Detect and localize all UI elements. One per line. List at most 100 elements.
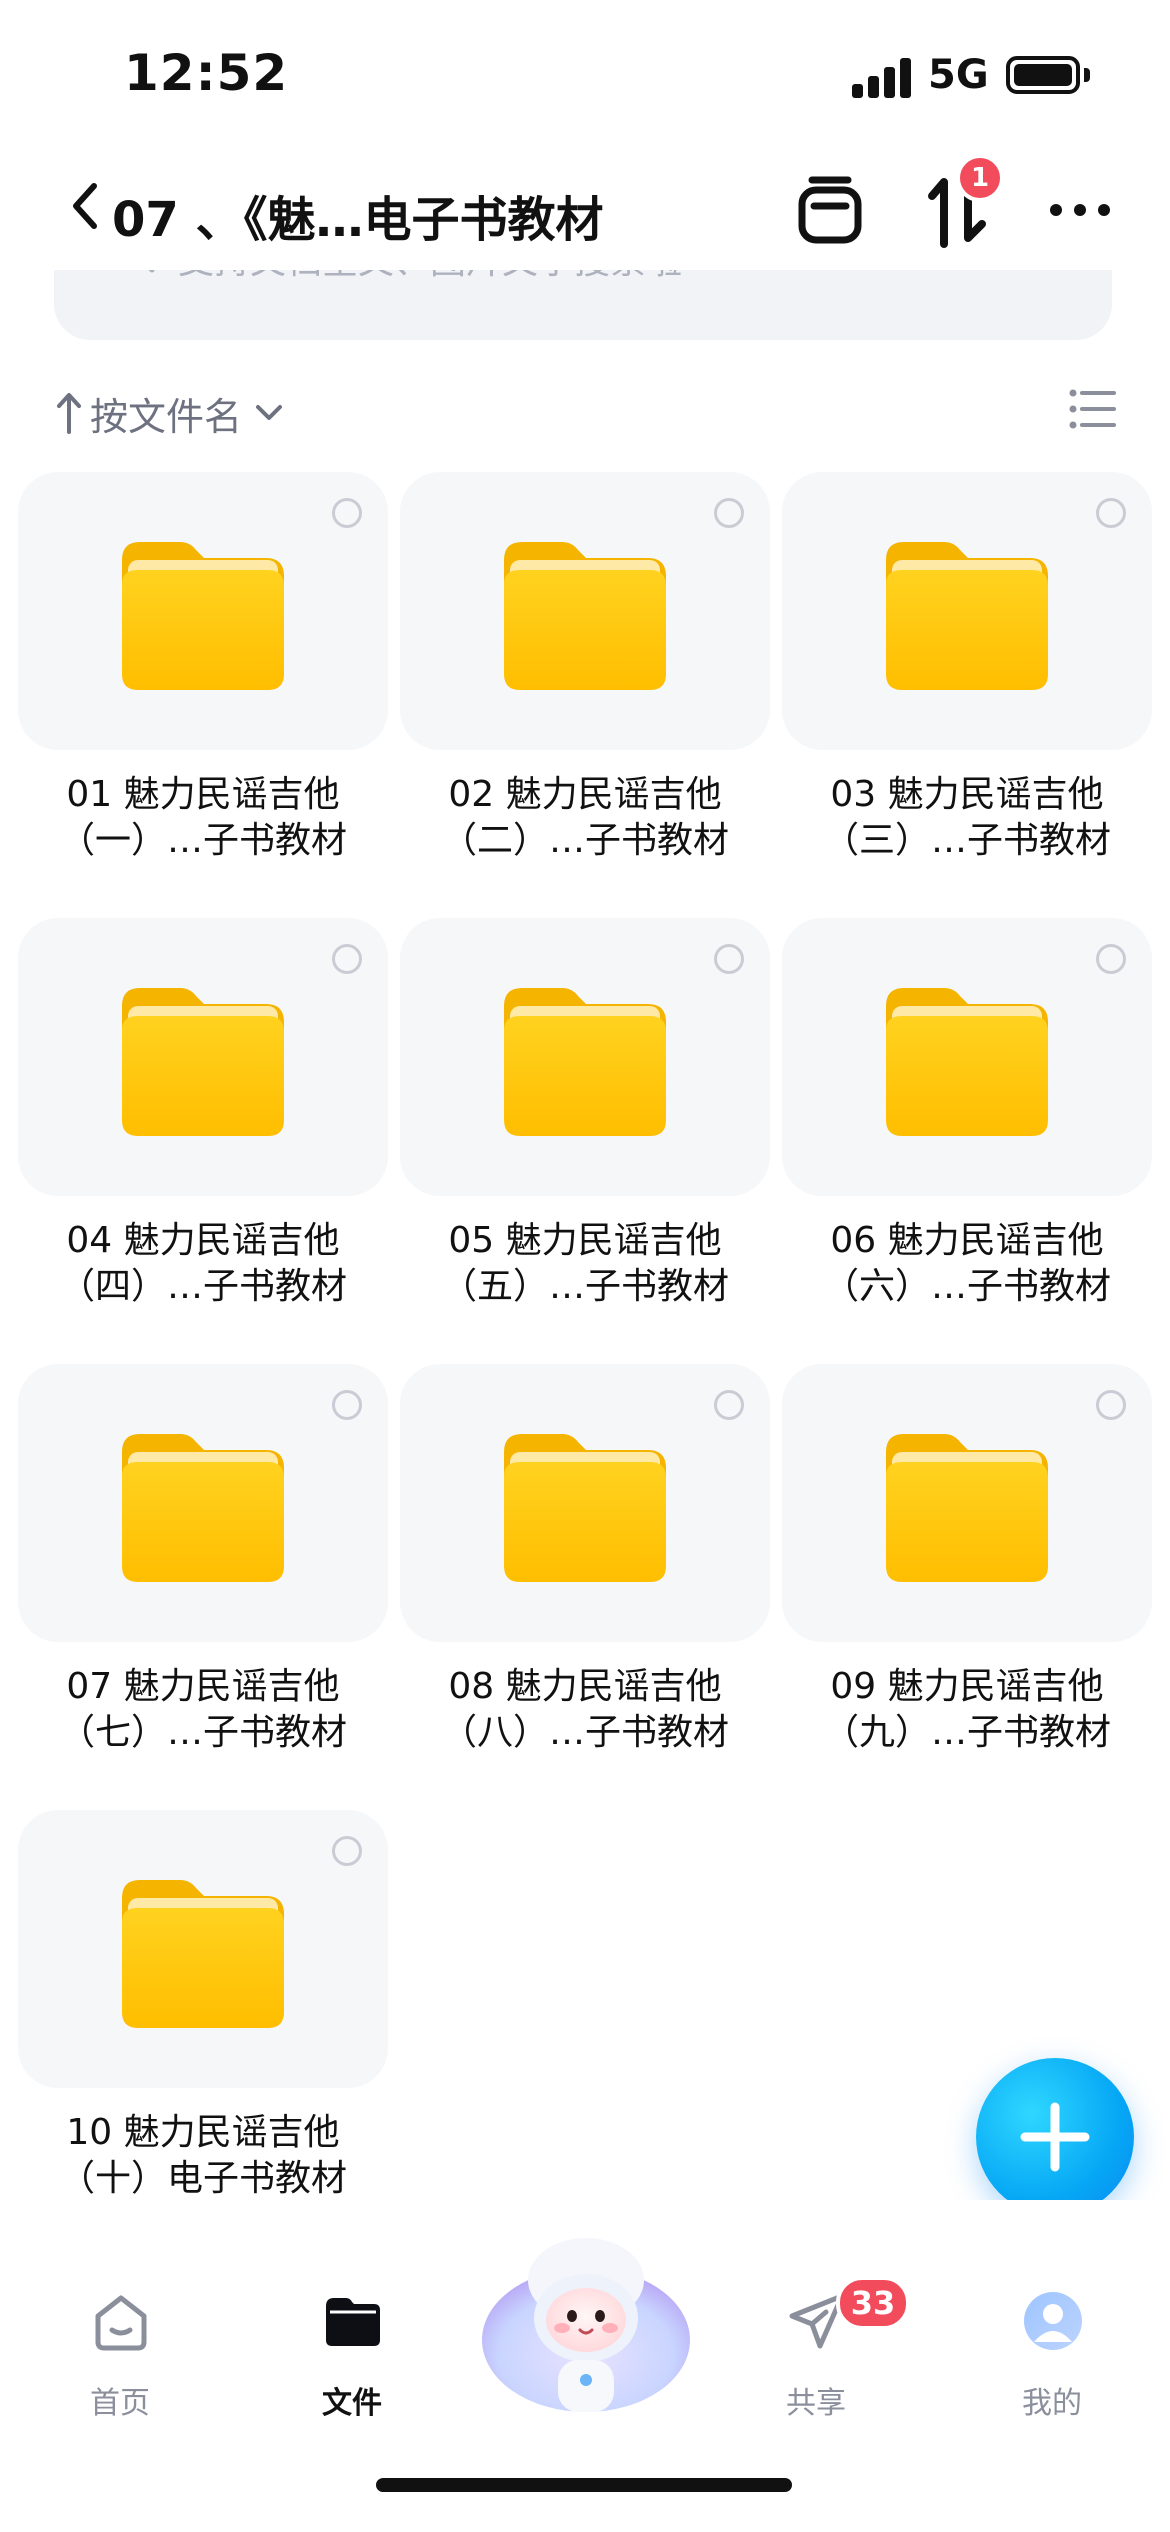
select-checkbox[interactable]	[1096, 498, 1126, 528]
mascot-icon[interactable]	[478, 2220, 694, 2420]
select-checkbox[interactable]	[332, 1390, 362, 1420]
battery-icon	[1006, 56, 1080, 94]
folder-name-line2: （四）…子书教材	[58, 1266, 347, 1307]
folder-name-line2: （七）…子书教材	[58, 1712, 347, 1753]
page-title: 07 、《魅…电子书教材	[112, 192, 604, 248]
folder-name: 01 魅力民谣吉他 （一）…子书教材	[18, 772, 388, 864]
nav-bar: 07 、《魅…电子书教材 1	[0, 150, 1170, 270]
folder-tile	[782, 918, 1152, 1196]
folder-name-line1: 02 魅力民谣吉他	[448, 774, 722, 815]
battery-cap	[1084, 68, 1090, 82]
chevron-down-icon[interactable]	[254, 402, 284, 424]
folder-name-line1: 10 魅力民谣吉他	[66, 2112, 340, 2153]
select-checkbox[interactable]	[332, 1836, 362, 1866]
folder-name: 06 魅力民谣吉他 （六）…子书教材	[782, 1218, 1152, 1310]
folder-item[interactable]: 04 魅力民谣吉他 （四）…子书教材	[18, 918, 388, 1358]
folder-name-line1: 06 魅力民谣吉他	[830, 1220, 1104, 1261]
folder-tile	[782, 472, 1152, 750]
folder-tile	[400, 918, 770, 1196]
folder-item[interactable]: 06 魅力民谣吉他 （六）…子书教材	[782, 918, 1152, 1358]
arrow-up-icon[interactable]	[54, 390, 84, 436]
tab-label: 我的	[1022, 2386, 1082, 2421]
folder-icon	[122, 988, 284, 1136]
tab-label: 文件	[322, 2386, 382, 2421]
folder-name: 03 魅力民谣吉他 （三）…子书教材	[782, 772, 1152, 864]
folder-tile	[18, 1810, 388, 2088]
network-label: 5G	[928, 52, 989, 98]
folder-item[interactable]: 02 魅力民谣吉他 （二）…子书教材	[400, 472, 770, 912]
folder-tile	[400, 1364, 770, 1642]
folder-tile	[782, 1364, 1152, 1642]
select-checkbox[interactable]	[332, 498, 362, 528]
home-indicator[interactable]	[376, 2478, 792, 2492]
folder-item[interactable]: 01 魅力民谣吉他 （一）…子书教材	[18, 472, 388, 912]
folder-name: 05 魅力民谣吉他 （五）…子书教材	[400, 1218, 770, 1310]
folder-tile	[18, 472, 388, 750]
folder-name-line1: 09 魅力民谣吉他	[830, 1666, 1104, 1707]
folder-item[interactable]: 10 魅力民谣吉他 （十）电子书教材	[18, 1810, 388, 2250]
select-checkbox[interactable]	[1096, 944, 1126, 974]
folder-icon	[886, 988, 1048, 1136]
folder-tile	[400, 472, 770, 750]
avatar-icon	[1024, 2292, 1082, 2350]
cart-icon[interactable]	[790, 172, 870, 248]
home-icon	[95, 2295, 147, 2351]
select-checkbox[interactable]	[714, 498, 744, 528]
tab-me[interactable]: 我的	[962, 2290, 1142, 2450]
status-bar: 12:52 5G	[0, 0, 1170, 140]
folder-icon	[122, 542, 284, 690]
select-checkbox[interactable]	[714, 1390, 744, 1420]
folder-icon	[504, 1434, 666, 1582]
folder-name: 02 魅力民谣吉他 （二）…子书教材	[400, 772, 770, 864]
select-checkbox[interactable]	[332, 944, 362, 974]
select-checkbox[interactable]	[714, 944, 744, 974]
folder-icon	[886, 542, 1048, 690]
folder-name-line1: 04 魅力民谣吉他	[66, 1220, 340, 1261]
folder-name-line2: （九）…子书教材	[822, 1712, 1111, 1753]
folder-icon	[504, 542, 666, 690]
folder-icon	[326, 2298, 380, 2346]
folder-name-line1: 07 魅力民谣吉他	[66, 1666, 340, 1707]
folder-name: 08 魅力民谣吉他 （八）…子书教材	[400, 1664, 770, 1756]
tab-label: 共享	[786, 2386, 846, 2421]
chevron-left-icon[interactable]	[64, 176, 108, 236]
transfer-badge: 1	[956, 154, 1004, 202]
folder-name-line1: 03 魅力民谣吉他	[830, 774, 1104, 815]
file-browser-screen: 支持文档全文、图片文字搜索啦 12:52 5G 07 、《魅…电子书教材 1	[0, 0, 1170, 2532]
folder-icon	[504, 988, 666, 1136]
folder-item[interactable]: 09 魅力民谣吉他 （九）…子书教材	[782, 1364, 1152, 1804]
folder-name-line2: （三）…子书教材	[822, 820, 1111, 861]
tab-home[interactable]: 首页	[30, 2290, 210, 2450]
folder-name-line1: 01 魅力民谣吉他	[66, 774, 340, 815]
folder-name-line1: 08 魅力民谣吉他	[448, 1666, 722, 1707]
status-time: 12:52	[124, 44, 289, 102]
sort-by-label[interactable]: 按文件名	[90, 386, 242, 441]
folder-name-line2: （六）…子书教材	[822, 1266, 1111, 1307]
folder-name-line2: （五）…子书教材	[440, 1266, 729, 1307]
folder-name-line2: （八）…子书教材	[440, 1712, 729, 1753]
plus-icon	[1020, 2102, 1090, 2172]
folder-name-line2: （二）…子书教材	[440, 820, 729, 861]
more-icon[interactable]	[1040, 172, 1120, 248]
folder-tile	[18, 918, 388, 1196]
folder-name: 09 魅力民谣吉他 （九）…子书教材	[782, 1664, 1152, 1756]
add-button[interactable]	[976, 2058, 1134, 2216]
folder-item[interactable]: 05 魅力民谣吉他 （五）…子书教材	[400, 918, 770, 1358]
folder-name-line2: （十）电子书教材	[58, 2158, 347, 2199]
folder-item[interactable]: 07 魅力民谣吉他 （七）…子书教材	[18, 1364, 388, 1804]
signal-icon	[852, 58, 914, 98]
folder-icon	[886, 1434, 1048, 1582]
tab-label: 首页	[90, 2386, 150, 2421]
folder-name-line1: 05 魅力民谣吉他	[448, 1220, 722, 1261]
folder-item[interactable]: 03 魅力民谣吉他 （三）…子书教材	[782, 472, 1152, 912]
sort-row: 按文件名	[54, 384, 1116, 448]
list-view-icon[interactable]	[1068, 386, 1116, 432]
select-checkbox[interactable]	[1096, 1390, 1126, 1420]
share-badge: 33	[836, 2276, 910, 2330]
folder-item[interactable]: 08 魅力民谣吉他 （八）…子书教材	[400, 1364, 770, 1804]
folder-name: 10 魅力民谣吉他 （十）电子书教材	[18, 2110, 388, 2202]
folder-name: 04 魅力民谣吉他 （四）…子书教材	[18, 1218, 388, 1310]
tab-files[interactable]: 文件	[262, 2290, 442, 2450]
folder-icon	[122, 1880, 284, 2028]
folder-tile	[18, 1364, 388, 1642]
